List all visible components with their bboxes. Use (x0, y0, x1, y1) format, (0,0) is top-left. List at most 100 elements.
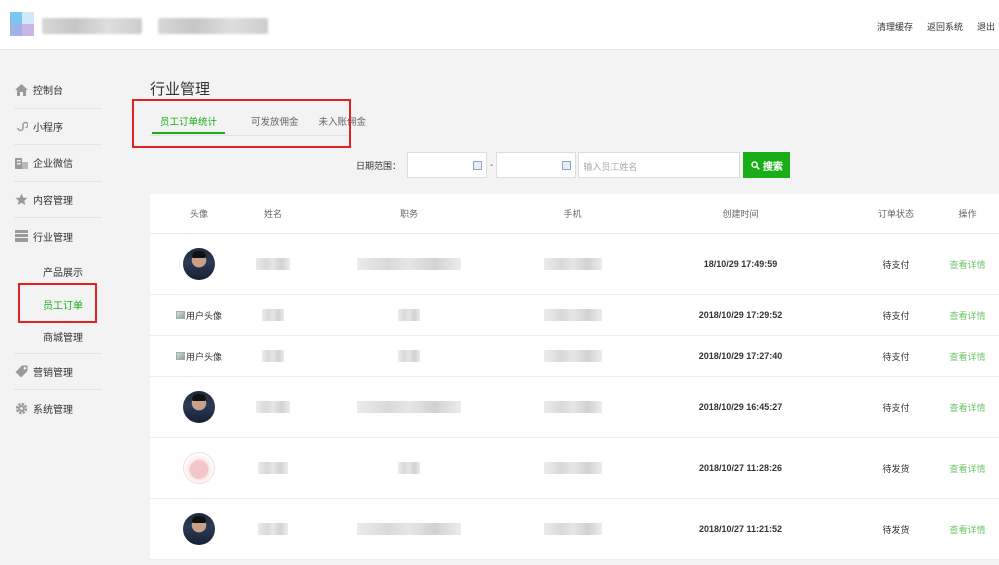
blurred-phone (543, 523, 602, 535)
gear-icon (14, 401, 28, 415)
order-status: 待发货 (882, 463, 910, 474)
layers-icon (14, 229, 28, 243)
blurred-name (258, 462, 288, 474)
blurred-site-name (42, 18, 142, 34)
logo (10, 12, 40, 38)
sidebar-highlight-box (18, 283, 97, 323)
search-icon (751, 160, 760, 170)
sidebar-item-label: 系统管理 (33, 404, 73, 416)
user-avatar (183, 391, 215, 423)
filter-bar: 日期范围： - 输入员工姓名 搜索 (356, 152, 791, 178)
employee-name-input[interactable]: 输入员工姓名 (578, 152, 741, 178)
date-separator: - (490, 159, 494, 171)
sidebar-item-label: 营销管理 (33, 367, 73, 379)
table-row: 2018/10/29 16:45:27 待支付 查看详情 (150, 377, 999, 438)
sidebar-item-industry[interactable]: 行业管理 (14, 218, 102, 255)
sidebar-item-dashboard[interactable]: 控制台 (14, 72, 102, 109)
calendar-icon (473, 161, 483, 170)
blurred-position (398, 350, 420, 362)
table-row: 用户头像 2018/10/29 17:27:40 待支付 查看详情 (150, 336, 999, 377)
blurred-name (262, 350, 284, 362)
order-status: 待支付 (882, 402, 910, 413)
header-avatar: 头像 (189, 209, 208, 219)
search-button[interactable]: 搜索 (743, 152, 791, 178)
user-avatar (183, 248, 215, 280)
sidebar-item-mini-program[interactable]: 小程序 (14, 109, 102, 145)
created-time: 2018/10/29 17:29:52 (698, 310, 783, 320)
sidebar-item-label: 企业微信 (33, 159, 73, 171)
created-time: 18/10/29 17:49:59 (703, 259, 778, 269)
table-row: 2018/10/27 11:21:52 待发货 查看详情 (150, 499, 999, 560)
top-links: 清理缓存 返回系统 退出 (877, 20, 995, 33)
blurred-phone (543, 309, 602, 321)
table-row: 2018/10/27 11:28:26 待发货 查看详情 (150, 438, 999, 499)
tag-icon (14, 364, 28, 378)
table-row: 用户头像 2018/10/29 17:29:52 待支付 查看详情 (150, 295, 999, 336)
order-status: 待支付 (882, 351, 910, 362)
blurred-phone (543, 258, 602, 270)
sidebar-subitem-mall[interactable]: 商城管理 (14, 321, 102, 354)
sidebar-item-system[interactable]: 系统管理 (14, 390, 102, 427)
blurred-name (256, 258, 290, 270)
blurred-position (357, 523, 461, 535)
sidebar-item-content[interactable]: 内容管理 (14, 182, 102, 218)
sidebar-item-marketing[interactable]: 营销管理 (14, 354, 102, 390)
orders-table: 头像 姓名 职务 手机 创建时间 订单状态 操作 18/10/29 17:49:… (150, 194, 999, 560)
date-range-label: 日期范围： (356, 160, 402, 171)
blurred-name (262, 309, 284, 321)
blurred-position (357, 258, 461, 270)
sidebar-item-wecom[interactable]: 企业微信 (14, 145, 102, 182)
view-detail-link[interactable]: 查看详情 (936, 523, 999, 536)
blurred-site-subtitle (158, 18, 268, 34)
header-action: 操作 (958, 209, 977, 219)
sidebar-item-label: 小程序 (33, 122, 63, 134)
view-detail-link[interactable]: 查看详情 (936, 309, 999, 322)
top-bar: 清理缓存 返回系统 退出 (0, 0, 999, 50)
user-avatar (183, 452, 215, 484)
mini-program-icon (14, 119, 28, 133)
tabs-highlight-box (132, 99, 351, 148)
table-header: 头像 姓名 职务 手机 创建时间 订单状态 操作 (150, 194, 999, 234)
main-content: 行业管理 员工订单统计 可发放佣金 未入账佣金 日期范围： - 输入员工姓名 搜… (114, 50, 999, 565)
blurred-position (398, 309, 420, 321)
header-name: 姓名 (263, 209, 282, 219)
view-detail-link[interactable]: 查看详情 (936, 258, 999, 271)
logout-link[interactable]: 退出 (977, 20, 995, 33)
home-icon (14, 83, 28, 97)
view-detail-link[interactable]: 查看详情 (936, 401, 999, 414)
sidebar-item-label: 行业管理 (33, 232, 73, 244)
order-status: 待支付 (882, 310, 910, 321)
back-to-system-link[interactable]: 返回系统 (927, 20, 963, 33)
search-button-label: 搜索 (762, 161, 783, 173)
end-date-input[interactable] (496, 152, 577, 178)
calendar-icon (562, 161, 572, 170)
user-avatar: 用户头像 (175, 309, 222, 322)
blurred-phone (543, 401, 602, 413)
table-row: 18/10/29 17:49:59 待支付 查看详情 (150, 234, 999, 295)
blurred-phone (543, 462, 602, 474)
view-detail-link[interactable]: 查看详情 (936, 462, 999, 475)
order-status: 待支付 (882, 259, 910, 270)
sidebar-item-label: 控制台 (33, 86, 63, 98)
header-phone: 手机 (563, 209, 582, 219)
page-title: 行业管理 (150, 81, 211, 98)
user-avatar (183, 513, 215, 545)
blurred-name (256, 401, 290, 413)
order-status: 待发货 (882, 524, 910, 535)
clear-cache-link[interactable]: 清理缓存 (877, 20, 913, 33)
sidebar-item-label: 内容管理 (33, 195, 73, 207)
start-date-input[interactable] (407, 152, 488, 178)
user-avatar: 用户头像 (175, 350, 222, 363)
sidebar-nav: 控制台 小程序 企业微信 内容管理 行业管理 产品展示 员工订单 商城管理 营销… (14, 72, 102, 427)
header-order-status: 订单状态 (877, 209, 914, 219)
broken-image-icon (175, 311, 185, 319)
created-time: 2018/10/27 11:28:26 (698, 463, 783, 473)
view-detail-link[interactable]: 查看详情 (936, 350, 999, 363)
star-icon (14, 192, 28, 206)
header-position: 职务 (399, 209, 418, 219)
blurred-name (258, 523, 288, 535)
blurred-position (398, 462, 420, 474)
building-icon (14, 156, 28, 170)
blurred-phone (543, 350, 602, 362)
blurred-position (357, 401, 461, 413)
